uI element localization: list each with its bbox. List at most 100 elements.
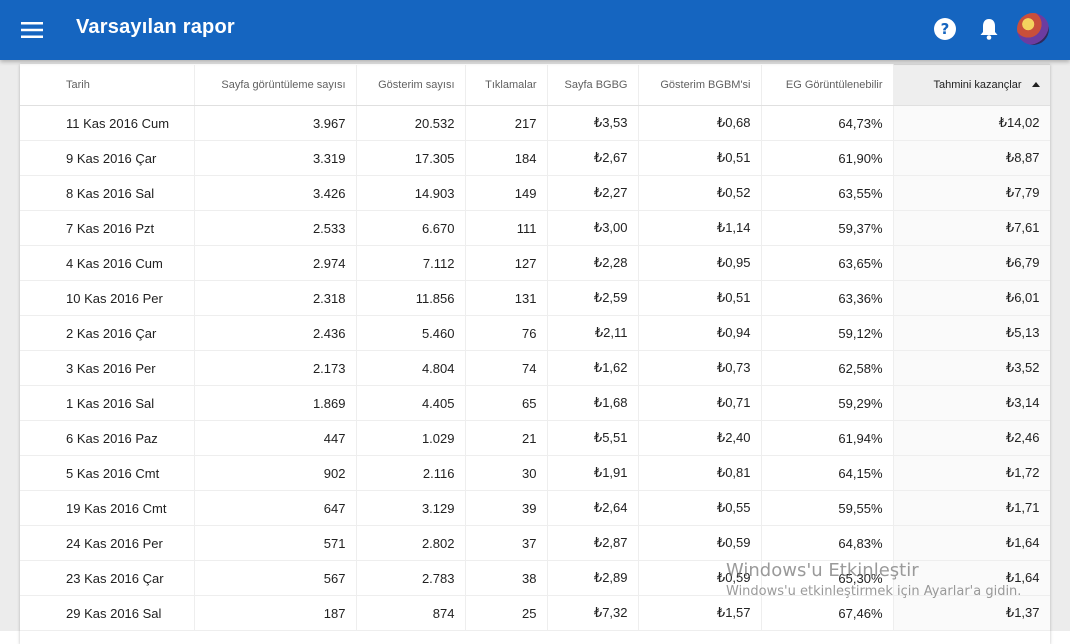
cell-estimated-earnings: ₺6,79 [893, 245, 1050, 281]
column-header-estimated-earnings[interactable]: Tahmini kazançlar [893, 64, 1050, 106]
cell-page-rpm: ₺3,53 [547, 105, 639, 141]
table-row[interactable]: 9 Kas 2016 Çar 3.319 17.305 184 ₺2,67 ₺0,51 61… [20, 140, 1050, 176]
cell-date: 1 Kas 2016 Sal [20, 385, 195, 421]
cell-page-views: 571 [194, 525, 357, 561]
column-header-date[interactable]: Tarih [20, 64, 195, 106]
column-header-page-views[interactable]: Sayfa görüntüleme sayısı [194, 64, 357, 106]
cell-clicks: 184 [465, 140, 548, 176]
cell-page-rpm: ₺1,62 [547, 350, 639, 386]
page-title: Varsayılan rapor [76, 16, 235, 38]
column-header-active-view-viewable[interactable]: EG Görüntülenebilir [761, 64, 894, 106]
cell-impression-rpm: ₺0,95 [638, 245, 762, 281]
cell-page-rpm: ₺2,64 [547, 490, 639, 526]
cell-page-views: 187 [194, 595, 357, 631]
cell-date: 19 Kas 2016 Cmt [20, 490, 195, 526]
cell-active-view-viewable: 63,36% [761, 280, 894, 316]
help-button[interactable]: ? [932, 16, 958, 42]
cell-active-view-viewable: 64,15% [761, 455, 894, 491]
sort-arrow-up-icon [1031, 81, 1040, 87]
table-row[interactable]: 6 Kas 2016 Paz 447 1.029 21 ₺5,51 ₺2,40 61,94%… [20, 420, 1050, 456]
cell-clicks: 39 [465, 490, 548, 526]
cell-date: 2 Kas 2016 Çar [20, 315, 195, 351]
cell-active-view-viewable: 59,55% [761, 490, 894, 526]
table-row[interactable]: 10 Kas 2016 Per 2.318 11.856 131 ₺2,59 ₺0,51 6… [20, 280, 1050, 316]
cell-page-rpm: ₺2,11 [547, 315, 639, 351]
cell-estimated-earnings: ₺7,79 [893, 175, 1050, 211]
table-row[interactable]: 24 Kas 2016 Per 571 2.802 37 ₺2,87 ₺0,59 64,83… [20, 525, 1050, 561]
cell-impression-rpm: ₺0,94 [638, 315, 762, 351]
cell-impression-rpm: ₺0,68 [638, 105, 762, 141]
cell-impressions: 5.460 [356, 315, 466, 351]
table-row[interactable]: 23 Kas 2016 Çar 567 2.783 38 ₺2,89 ₺0,59 65,30… [20, 560, 1050, 596]
table-header-row: Tarih Sayfa görüntüleme sayısı Gösterim … [20, 64, 1050, 106]
report-table: Tarih Sayfa görüntüleme sayısı Gösterim … [20, 64, 1050, 631]
cell-page-views: 2.318 [194, 280, 357, 316]
cell-estimated-earnings: ₺5,13 [893, 315, 1050, 351]
svg-text:?: ? [941, 20, 950, 38]
cell-clicks: 127 [465, 245, 548, 281]
cell-page-rpm: ₺2,87 [547, 525, 639, 561]
cell-page-rpm: ₺2,59 [547, 280, 639, 316]
cell-page-rpm: ₺3,00 [547, 210, 639, 246]
cell-impressions: 14.903 [356, 175, 466, 211]
table-row[interactable]: 4 Kas 2016 Cum 2.974 7.112 127 ₺2,28 ₺0,95 63,… [20, 245, 1050, 281]
column-header-impressions[interactable]: Gösterim sayısı [356, 64, 466, 106]
cell-impressions: 7.112 [356, 245, 466, 281]
table-row[interactable]: 2 Kas 2016 Çar 2.436 5.460 76 ₺2,11 ₺0,94 59,1… [20, 315, 1050, 351]
cell-estimated-earnings: ₺2,46 [893, 420, 1050, 456]
column-header-clicks[interactable]: Tıklamalar [465, 64, 548, 106]
cell-clicks: 37 [465, 525, 548, 561]
cell-active-view-viewable: 61,90% [761, 140, 894, 176]
cell-impressions: 2.116 [356, 455, 466, 491]
table-row[interactable]: 19 Kas 2016 Cmt 647 3.129 39 ₺2,64 ₺0,55 59,55… [20, 490, 1050, 526]
cell-impressions: 17.305 [356, 140, 466, 176]
cell-impressions: 11.856 [356, 280, 466, 316]
table-row[interactable]: 8 Kas 2016 Sal 3.426 14.903 149 ₺2,27 ₺0,52 63… [20, 175, 1050, 211]
cell-active-view-viewable: 63,55% [761, 175, 894, 211]
column-header-impression-rpm[interactable]: Gösterim BGBM'si [638, 64, 762, 106]
cell-impressions: 2.802 [356, 525, 466, 561]
cell-page-views: 3.967 [194, 105, 357, 141]
bell-icon [980, 19, 998, 40]
cell-clicks: 131 [465, 280, 548, 316]
notifications-button[interactable] [976, 16, 1002, 42]
cell-clicks: 149 [465, 175, 548, 211]
menu-button[interactable] [14, 12, 50, 48]
cell-estimated-earnings: ₺6,01 [893, 280, 1050, 316]
table-row[interactable]: 3 Kas 2016 Per 2.173 4.804 74 ₺1,62 ₺0,73 62,5… [20, 350, 1050, 386]
cell-impressions: 3.129 [356, 490, 466, 526]
cell-page-views: 902 [194, 455, 357, 491]
cell-active-view-viewable: 59,29% [761, 385, 894, 421]
table-row[interactable]: 29 Kas 2016 Sal 187 874 25 ₺7,32 ₺1,57 67,46% ₺… [20, 595, 1050, 631]
cell-estimated-earnings: ₺14,02 [893, 105, 1050, 141]
cell-active-view-viewable: 65,30% [761, 560, 894, 596]
cell-page-rpm: ₺1,68 [547, 385, 639, 421]
table-row[interactable]: 5 Kas 2016 Cmt 902 2.116 30 ₺1,91 ₺0,81 64,15%… [20, 455, 1050, 491]
cell-active-view-viewable: 59,12% [761, 315, 894, 351]
cell-impression-rpm: ₺0,73 [638, 350, 762, 386]
table-row[interactable]: 7 Kas 2016 Pzt 2.533 6.670 111 ₺3,00 ₺1,14 59,… [20, 210, 1050, 246]
cell-page-rpm: ₺2,28 [547, 245, 639, 281]
cell-impression-rpm: ₺0,81 [638, 455, 762, 491]
help-icon: ? [934, 18, 956, 40]
column-header-page-rpm[interactable]: Sayfa BGBG [547, 64, 639, 106]
cell-page-views: 2.533 [194, 210, 357, 246]
cell-date: 11 Kas 2016 Cum [20, 105, 195, 141]
cell-impressions: 6.670 [356, 210, 466, 246]
cell-impression-rpm: ₺0,55 [638, 490, 762, 526]
cell-page-rpm: ₺2,67 [547, 140, 639, 176]
cell-date: 5 Kas 2016 Cmt [20, 455, 195, 491]
cell-page-rpm: ₺1,91 [547, 455, 639, 491]
app-bar: Varsayılan rapor ? [0, 0, 1070, 60]
cell-page-rpm: ₺2,27 [547, 175, 639, 211]
cell-impressions: 4.405 [356, 385, 466, 421]
table-row[interactable]: 1 Kas 2016 Sal 1.869 4.405 65 ₺1,68 ₺0,71 59,2… [20, 385, 1050, 421]
cell-estimated-earnings: ₺7,61 [893, 210, 1050, 246]
avatar[interactable] [1017, 13, 1049, 45]
cell-active-view-viewable: 67,46% [761, 595, 894, 631]
cell-clicks: 76 [465, 315, 548, 351]
cell-active-view-viewable: 61,94% [761, 420, 894, 456]
cell-page-views: 2.974 [194, 245, 357, 281]
cell-page-views: 647 [194, 490, 357, 526]
table-row[interactable]: 11 Kas 2016 Cum 3.967 20.532 217 ₺3,53 ₺0,68 6… [20, 105, 1050, 141]
